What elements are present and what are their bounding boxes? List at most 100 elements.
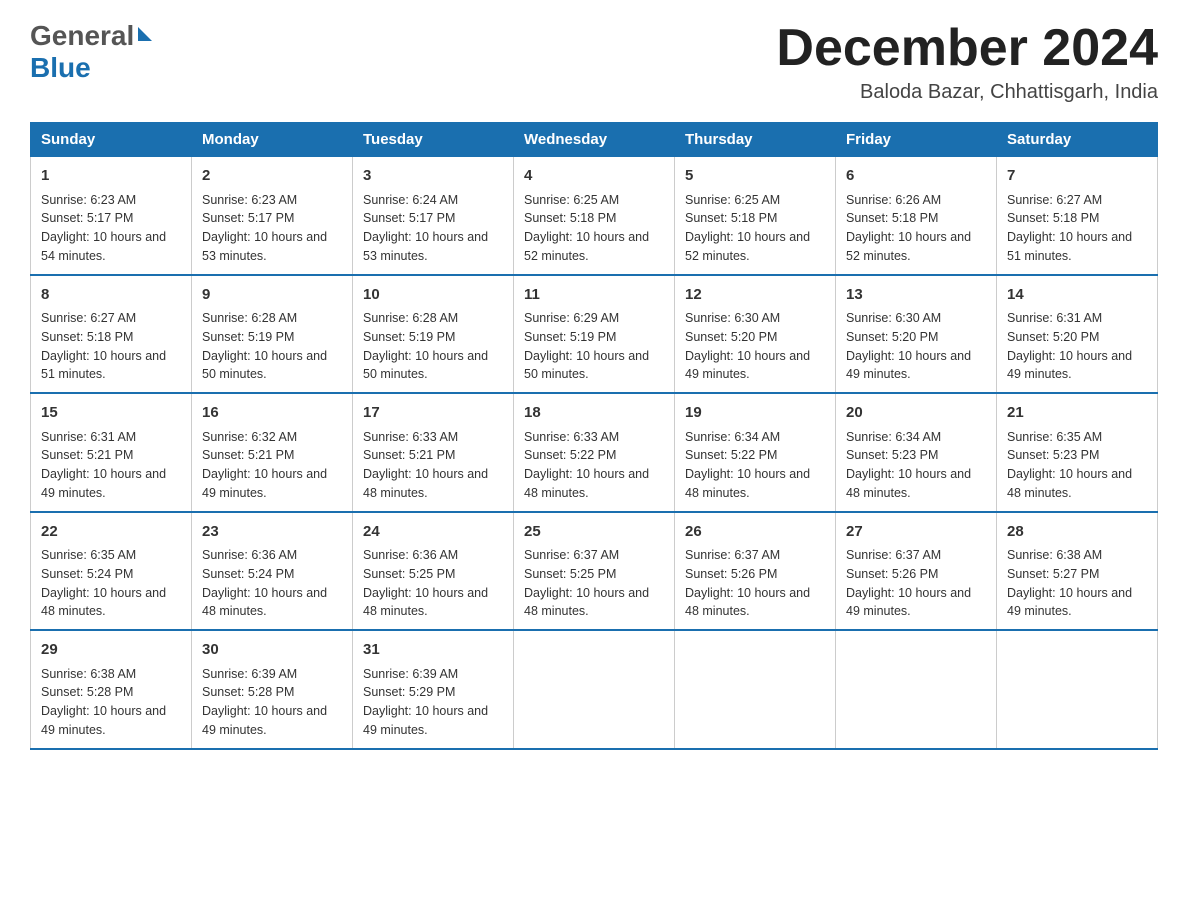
calendar-cell: 26 Sunrise: 6:37 AM Sunset: 5:26 PM Dayl… [675,512,836,631]
column-header-thursday: Thursday [675,123,836,157]
sunset-label: Sunset: 5:20 PM [685,330,777,344]
calendar-table: SundayMondayTuesdayWednesdayThursdayFrid… [30,122,1158,750]
location-subtitle: Baloda Bazar, Chhattisgarh, India [776,81,1158,104]
sunrise-label: Sunrise: 6:39 AM [363,667,458,681]
sunset-label: Sunset: 5:18 PM [524,211,616,225]
day-number: 1 [41,165,181,188]
sunset-label: Sunset: 5:26 PM [685,567,777,581]
calendar-cell [675,630,836,749]
sunset-label: Sunset: 5:21 PM [41,448,133,462]
calendar-cell: 7 Sunrise: 6:27 AM Sunset: 5:18 PM Dayli… [997,157,1158,275]
daylight-label: Daylight: 10 hours and 49 minutes. [363,704,488,737]
sunset-label: Sunset: 5:17 PM [363,211,455,225]
calendar-cell: 15 Sunrise: 6:31 AM Sunset: 5:21 PM Dayl… [31,393,192,512]
calendar-cell [836,630,997,749]
calendar-cell: 16 Sunrise: 6:32 AM Sunset: 5:21 PM Dayl… [192,393,353,512]
sunset-label: Sunset: 5:19 PM [524,330,616,344]
sunset-label: Sunset: 5:24 PM [202,567,294,581]
daylight-label: Daylight: 10 hours and 48 minutes. [1007,467,1132,500]
day-number: 4 [524,165,664,188]
sunrise-label: Sunrise: 6:30 AM [685,311,780,325]
sunset-label: Sunset: 5:22 PM [685,448,777,462]
calendar-cell: 28 Sunrise: 6:38 AM Sunset: 5:27 PM Dayl… [997,512,1158,631]
column-header-tuesday: Tuesday [353,123,514,157]
day-number: 24 [363,521,503,544]
daylight-label: Daylight: 10 hours and 48 minutes. [363,467,488,500]
sunrise-label: Sunrise: 6:26 AM [846,193,941,207]
calendar-cell: 13 Sunrise: 6:30 AM Sunset: 5:20 PM Dayl… [836,275,997,394]
day-number: 5 [685,165,825,188]
calendar-cell: 1 Sunrise: 6:23 AM Sunset: 5:17 PM Dayli… [31,157,192,275]
sunrise-label: Sunrise: 6:24 AM [363,193,458,207]
calendar-cell: 6 Sunrise: 6:26 AM Sunset: 5:18 PM Dayli… [836,157,997,275]
column-header-friday: Friday [836,123,997,157]
sunrise-label: Sunrise: 6:35 AM [41,548,136,562]
day-number: 18 [524,402,664,425]
sunrise-label: Sunrise: 6:30 AM [846,311,941,325]
daylight-label: Daylight: 10 hours and 49 minutes. [846,586,971,619]
daylight-label: Daylight: 10 hours and 49 minutes. [202,467,327,500]
sunset-label: Sunset: 5:23 PM [1007,448,1099,462]
day-number: 19 [685,402,825,425]
sunrise-label: Sunrise: 6:36 AM [202,548,297,562]
calendar-cell: 5 Sunrise: 6:25 AM Sunset: 5:18 PM Dayli… [675,157,836,275]
sunset-label: Sunset: 5:19 PM [202,330,294,344]
calendar-header-row: SundayMondayTuesdayWednesdayThursdayFrid… [31,123,1158,157]
calendar-cell: 29 Sunrise: 6:38 AM Sunset: 5:28 PM Dayl… [31,630,192,749]
daylight-label: Daylight: 10 hours and 49 minutes. [1007,586,1132,619]
calendar-cell: 22 Sunrise: 6:35 AM Sunset: 5:24 PM Dayl… [31,512,192,631]
daylight-label: Daylight: 10 hours and 49 minutes. [202,704,327,737]
week-row-3: 15 Sunrise: 6:31 AM Sunset: 5:21 PM Dayl… [31,393,1158,512]
daylight-label: Daylight: 10 hours and 48 minutes. [363,586,488,619]
sunrise-label: Sunrise: 6:31 AM [41,430,136,444]
calendar-cell: 30 Sunrise: 6:39 AM Sunset: 5:28 PM Dayl… [192,630,353,749]
daylight-label: Daylight: 10 hours and 48 minutes. [524,586,649,619]
calendar-cell: 27 Sunrise: 6:37 AM Sunset: 5:26 PM Dayl… [836,512,997,631]
day-number: 29 [41,639,181,662]
sunset-label: Sunset: 5:27 PM [1007,567,1099,581]
day-number: 28 [1007,521,1147,544]
day-number: 15 [41,402,181,425]
column-header-saturday: Saturday [997,123,1158,157]
day-number: 25 [524,521,664,544]
daylight-label: Daylight: 10 hours and 48 minutes. [41,586,166,619]
daylight-label: Daylight: 10 hours and 52 minutes. [846,230,971,263]
day-number: 27 [846,521,986,544]
sunrise-label: Sunrise: 6:25 AM [685,193,780,207]
daylight-label: Daylight: 10 hours and 50 minutes. [524,349,649,382]
daylight-label: Daylight: 10 hours and 51 minutes. [1007,230,1132,263]
sunset-label: Sunset: 5:19 PM [363,330,455,344]
sunset-label: Sunset: 5:20 PM [846,330,938,344]
day-number: 23 [202,521,342,544]
sunset-label: Sunset: 5:17 PM [41,211,133,225]
sunrise-label: Sunrise: 6:25 AM [524,193,619,207]
sunrise-label: Sunrise: 6:23 AM [202,193,297,207]
daylight-label: Daylight: 10 hours and 49 minutes. [41,467,166,500]
sunset-label: Sunset: 5:18 PM [1007,211,1099,225]
calendar-cell: 4 Sunrise: 6:25 AM Sunset: 5:18 PM Dayli… [514,157,675,275]
sunrise-label: Sunrise: 6:33 AM [363,430,458,444]
sunset-label: Sunset: 5:18 PM [41,330,133,344]
calendar-cell: 14 Sunrise: 6:31 AM Sunset: 5:20 PM Dayl… [997,275,1158,394]
sunrise-label: Sunrise: 6:31 AM [1007,311,1102,325]
day-number: 2 [202,165,342,188]
sunrise-label: Sunrise: 6:38 AM [41,667,136,681]
day-number: 8 [41,284,181,307]
day-number: 14 [1007,284,1147,307]
sunset-label: Sunset: 5:18 PM [846,211,938,225]
daylight-label: Daylight: 10 hours and 49 minutes. [1007,349,1132,382]
daylight-label: Daylight: 10 hours and 48 minutes. [685,586,810,619]
daylight-label: Daylight: 10 hours and 52 minutes. [524,230,649,263]
day-number: 31 [363,639,503,662]
sunrise-label: Sunrise: 6:37 AM [685,548,780,562]
sunset-label: Sunset: 5:26 PM [846,567,938,581]
sunset-label: Sunset: 5:29 PM [363,685,455,699]
month-title: December 2024 [776,20,1158,77]
sunrise-label: Sunrise: 6:28 AM [202,311,297,325]
week-row-4: 22 Sunrise: 6:35 AM Sunset: 5:24 PM Dayl… [31,512,1158,631]
page-header: General Blue December 2024 Baloda Bazar,… [30,20,1158,104]
day-number: 11 [524,284,664,307]
calendar-cell: 18 Sunrise: 6:33 AM Sunset: 5:22 PM Dayl… [514,393,675,512]
daylight-label: Daylight: 10 hours and 50 minutes. [363,349,488,382]
calendar-cell: 8 Sunrise: 6:27 AM Sunset: 5:18 PM Dayli… [31,275,192,394]
